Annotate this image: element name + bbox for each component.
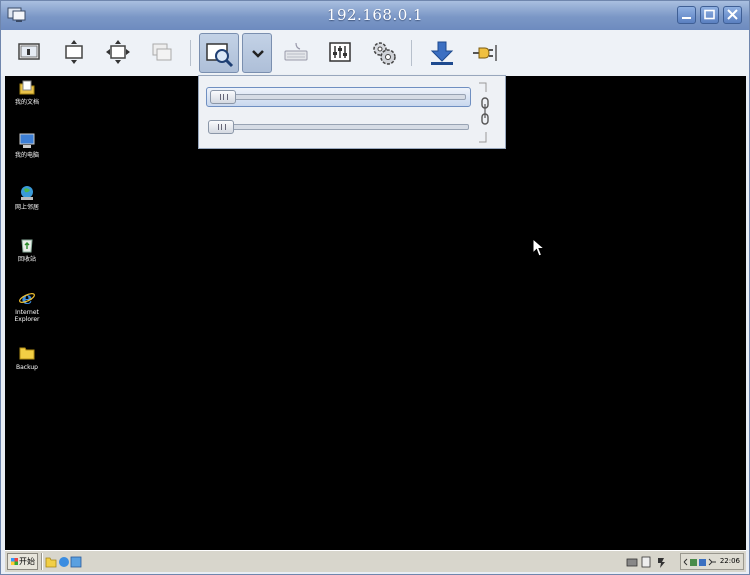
slider-track [210,124,469,130]
maximize-button[interactable] [700,6,719,24]
slider-track [211,94,466,100]
zoom-popup [198,75,506,149]
slider-thumb[interactable] [210,90,236,104]
toolbar-separator [411,40,412,66]
fit-window-button[interactable] [101,35,135,69]
plug-icon [473,45,497,61]
close-icon [727,9,738,20]
start-label: 开始 [19,557,35,566]
zoom-icon [206,43,234,68]
desktop-icon-network-places[interactable]: 网上邻居 [5,184,49,211]
chevron-down-icon [252,50,264,58]
desktop-icon-my-computer[interactable]: 我的电脑 [5,132,49,159]
download-arrow-icon [430,41,454,65]
tray-icons-left[interactable] [625,555,675,569]
desktop-icon-recycle-bin[interactable]: 回收站 [5,236,49,263]
slider-thumb[interactable] [208,120,234,134]
zoom-slider-1[interactable] [206,87,471,107]
clock: 22:06 [719,557,740,565]
network-places-icon [21,186,33,200]
desktop-icon-label: 回收站 [17,256,36,263]
title-bar[interactable]: 192.168.0.1 [1,1,749,30]
chain-link-icon[interactable] [477,82,491,144]
close-button[interactable] [723,6,742,24]
windowed-button[interactable] [145,35,179,69]
keyboard-button[interactable] [279,35,313,69]
adjustments-button[interactable] [323,35,357,69]
download-button[interactable] [424,35,458,69]
svg-text:e: e [22,289,33,307]
toolbar [1,30,749,76]
windowed-icon [152,43,172,61]
vnc-viewer-window: 192.168.0.1 我的文档 我的电脑 网上邻居 回收站 e Interne… [0,0,750,575]
quick-launch-icons[interactable] [45,555,85,569]
gears-icon [373,42,396,65]
my-documents-icon [19,80,35,95]
folder-icon [19,347,35,360]
system-tray[interactable]: 22:06 [680,553,744,570]
desktop-icon-label-line1: Internet [15,309,39,316]
fit-width-icon [65,40,83,64]
toolbar-separator [190,40,191,66]
desktop-icon-my-documents[interactable]: 我的文档 [5,79,49,106]
window-title: 192.168.0.1 [326,6,424,24]
recycle-bin-icon [21,239,33,253]
desktop-icon-label-line2: Explorer [14,316,40,323]
zoom-dropdown-button[interactable] [242,33,272,73]
minimize-icon [682,17,691,19]
disconnect-button[interactable] [466,35,500,69]
zoom-slider-2[interactable] [206,117,471,137]
remote-taskbar: 开始 22:06 [5,550,746,572]
desktop-icon-label: 我的电脑 [14,152,39,159]
desktop-icon-label: 我的文档 [14,99,39,106]
zoom-button[interactable] [199,33,239,73]
fit-window-icon [106,40,130,64]
fullscreen-button[interactable] [12,35,46,69]
maximize-icon [704,9,715,20]
desktop-icon-internet-explorer[interactable]: e Internet Explorer [5,289,49,323]
desktop-icon-label: Backup [16,364,38,371]
desktop-icon-backup[interactable]: Backup [5,344,49,371]
mouse-cursor-icon [532,238,546,257]
fit-width-button[interactable] [57,35,91,69]
my-computer-icon [19,133,35,148]
settings-button[interactable] [366,35,400,69]
desktop-icon-label: 网上邻居 [14,204,39,211]
start-button[interactable]: 开始 [7,553,38,570]
fullscreen-icon [18,43,40,60]
tray-status-icons [683,558,716,566]
keyboard-icon [284,42,308,61]
minimize-button[interactable] [677,6,696,24]
taskbar-separator [41,553,43,570]
equalizer-icon [329,42,351,62]
internet-explorer-icon: e [19,289,35,307]
